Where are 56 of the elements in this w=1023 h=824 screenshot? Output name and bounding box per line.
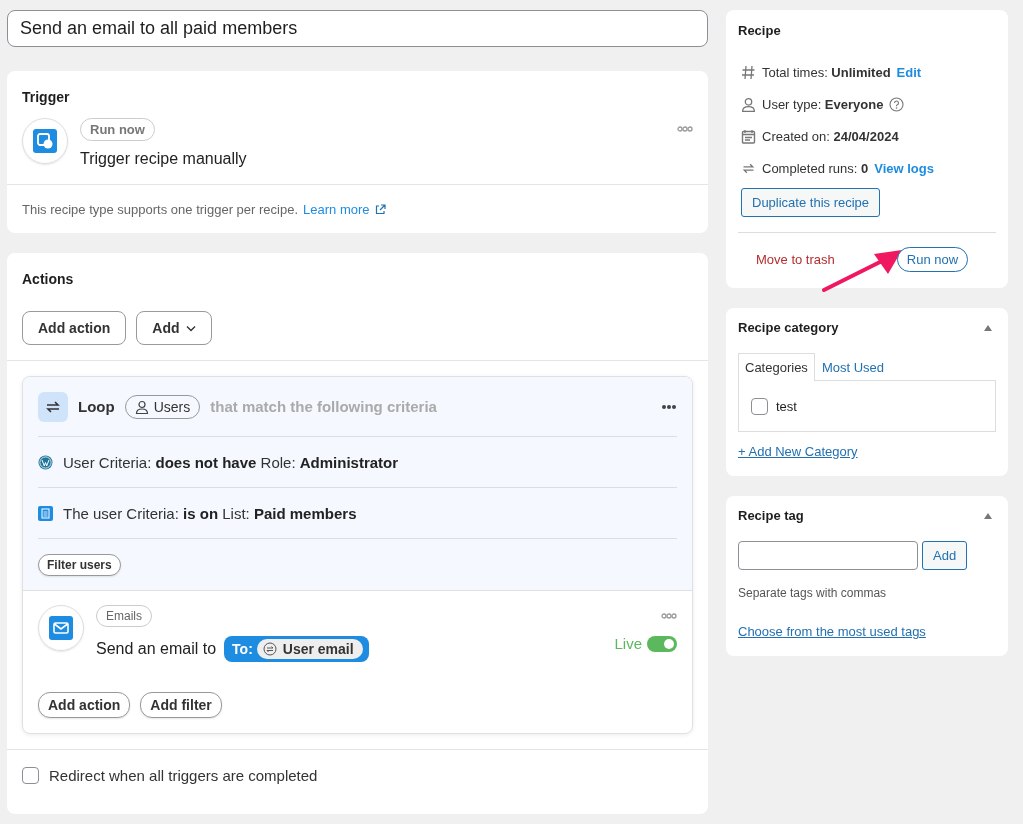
panel-heading: Recipe tag bbox=[738, 508, 804, 523]
help-icon[interactable] bbox=[889, 96, 905, 112]
recipe-detail: Completed runs: 0 bbox=[762, 160, 869, 176]
recipe-detail: Created on: 24/04/2024 bbox=[762, 128, 899, 144]
hash-icon bbox=[741, 64, 756, 80]
section-heading: Actions bbox=[21, 270, 75, 287]
add-category-link[interactable]: + Add New Category bbox=[738, 444, 858, 459]
tag-input-field[interactable] bbox=[738, 541, 918, 570]
wordpress-icon bbox=[38, 454, 53, 470]
criteria-text: User Criteria: does not have Role: Administrator bbox=[63, 453, 399, 471]
filter-users-button[interactable]: Filter users bbox=[38, 554, 121, 576]
redirect-checkbox[interactable] bbox=[22, 767, 39, 784]
detail-link[interactable]: View logs bbox=[874, 160, 934, 176]
user-icon bbox=[741, 96, 756, 112]
trash-link[interactable]: Move to trash bbox=[756, 252, 835, 267]
more-icon[interactable] bbox=[661, 403, 677, 410]
section-heading: Trigger bbox=[21, 88, 71, 105]
add-tag-button[interactable]: Add bbox=[922, 541, 968, 570]
duplicate-button[interactable]: Duplicate this recipe bbox=[741, 188, 881, 217]
category-tab[interactable]: Most Used bbox=[814, 353, 891, 380]
chevron-icon bbox=[185, 324, 196, 332]
recipient-token[interactable]: To: User email bbox=[224, 636, 369, 662]
add-button[interactable]: Add bbox=[136, 311, 212, 345]
clipboard-icon bbox=[38, 505, 53, 521]
panel-heading: Recipe category bbox=[738, 320, 839, 335]
add-button[interactable]: Add action bbox=[38, 692, 131, 718]
trigger-note: This recipe type supports one trigger per recipe. bbox=[22, 202, 299, 217]
calendar-icon bbox=[741, 128, 756, 144]
run-now-button[interactable]: Run now bbox=[896, 247, 969, 272]
recipe-detail: Total times: Unlimited bbox=[762, 64, 891, 80]
tag-hint: Separate tags with commas bbox=[738, 586, 888, 600]
criteria-text: The user Criteria: is on List: Paid members bbox=[63, 504, 357, 522]
collapse-icon[interactable] bbox=[984, 512, 992, 519]
collapse-icon[interactable] bbox=[984, 324, 992, 331]
category-checkbox[interactable] bbox=[751, 397, 768, 415]
action-text: Send an email to bbox=[96, 640, 217, 658]
user-icon bbox=[134, 399, 149, 414]
category-tab[interactable]: Categories bbox=[738, 353, 815, 381]
detail-link[interactable]: Edit bbox=[896, 64, 922, 80]
learn-more-link[interactable]: Learn more bbox=[303, 202, 370, 217]
loop-icon bbox=[262, 642, 277, 656]
add-button[interactable]: Add filter bbox=[140, 692, 222, 718]
loop-icon bbox=[38, 391, 68, 422]
panel-heading: Recipe bbox=[738, 23, 782, 38]
live-label: Live bbox=[614, 635, 642, 652]
loop-label: Loop bbox=[78, 398, 115, 415]
category-label: test bbox=[776, 398, 797, 414]
recipe-detail: User type: Everyone bbox=[762, 96, 884, 112]
redirect-label: Redirect when all triggers are completed bbox=[49, 767, 318, 784]
add-button[interactable]: Add action bbox=[22, 311, 127, 345]
live-toggle[interactable] bbox=[647, 635, 677, 652]
external-link-icon bbox=[374, 204, 386, 215]
trigger-name: Trigger recipe manually bbox=[80, 150, 247, 168]
loop-hint: that match the following criteria bbox=[210, 398, 437, 415]
most-used-tags-link[interactable]: Choose from the most used tags bbox=[738, 624, 926, 639]
recipe-title-field[interactable]: Send an email to all paid members bbox=[7, 10, 708, 47]
